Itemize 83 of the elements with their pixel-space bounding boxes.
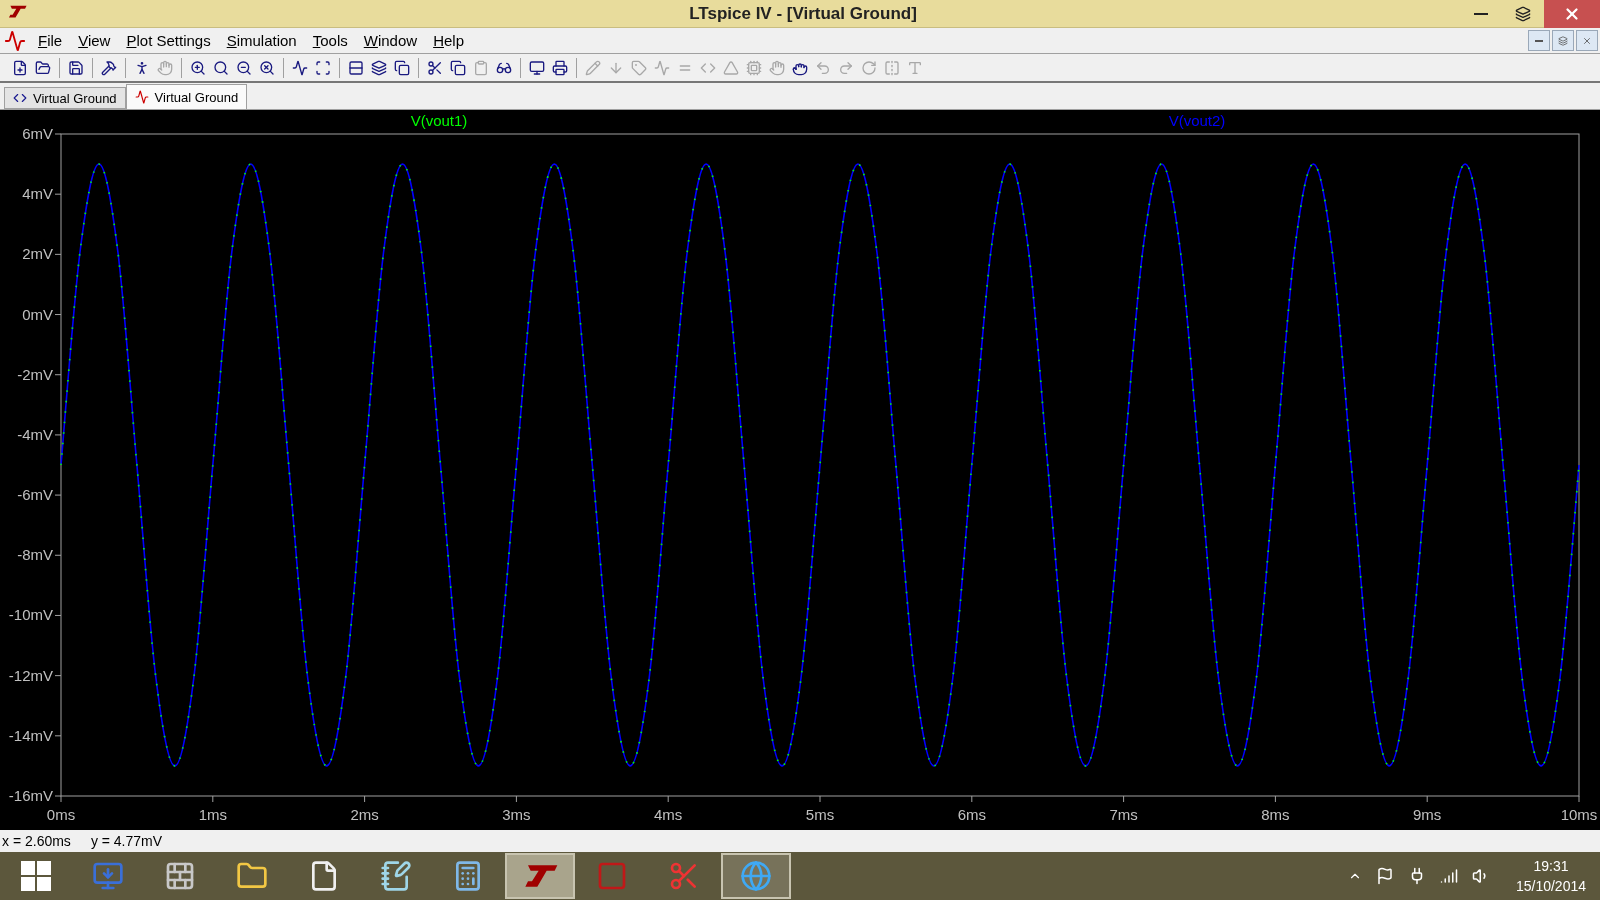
save-icon (68, 59, 84, 76)
zoom-in-icon (190, 59, 206, 76)
paste-icon (473, 59, 489, 76)
x-tick-label: 2ms (350, 806, 379, 823)
x-tick-label: 6ms (957, 806, 986, 823)
text-icon (907, 59, 923, 76)
hammer-icon (101, 59, 117, 76)
document-tab[interactable]: Virtual Ground (125, 84, 248, 109)
zoom-out-icon (236, 59, 252, 76)
copy-icon (450, 59, 466, 76)
tag-icon (631, 59, 647, 76)
cursor-y-readout: y = 4.77mV (90, 833, 163, 849)
rotate-icon (861, 59, 877, 76)
person-icon (134, 59, 150, 76)
waveform-icon (134, 90, 149, 104)
windows-logo-icon (21, 861, 51, 891)
x-tick-label: 9ms (1413, 806, 1442, 823)
menu-item[interactable]: Window (355, 28, 426, 53)
cursor-x-readout: x = 2.60ms (2, 833, 71, 849)
series-legend[interactable]: V(vout1) (410, 112, 468, 129)
y-tick-label: 0mV (22, 305, 53, 323)
minimize-icon (1535, 39, 1543, 42)
y-tick-label: 2mV (22, 245, 53, 263)
new-file-icon (12, 59, 28, 76)
y-tick-label: -4mV (17, 425, 53, 443)
waveform-icon (292, 59, 308, 76)
clock[interactable]: 19:31 15/10/2014 (1515, 856, 1586, 896)
brick-wall-icon (164, 860, 196, 892)
x-tick-label: 4ms (654, 806, 683, 823)
monitor-icon (92, 860, 124, 892)
y-tick-label: -6mV (17, 486, 53, 504)
redo-icon (838, 59, 854, 76)
cut-icon (427, 59, 443, 76)
plot-window-icon[interactable] (4, 29, 26, 52)
signal-icon[interactable] (1439, 867, 1458, 885)
document-tab[interactable]: Virtual Ground (4, 87, 126, 109)
search-icon (213, 59, 229, 76)
frame-icon (315, 59, 331, 76)
menu-item[interactable]: Simulation (218, 28, 305, 53)
menu-item[interactable]: View (70, 28, 119, 53)
y-tick-label: 4mV (22, 185, 53, 203)
taskbar-app-button[interactable] (505, 853, 575, 899)
triangle-icon (723, 59, 739, 76)
x-tick-label: 10ms (1560, 806, 1598, 823)
menu-item[interactable]: Tools (304, 28, 356, 53)
zoom-cancel-icon (259, 59, 275, 76)
close-button[interactable] (1544, 0, 1600, 28)
x-tick-label: 8ms (1261, 806, 1290, 823)
close-button[interactable] (1576, 30, 1598, 51)
menu-item[interactable]: Plot Settings (118, 28, 219, 53)
chip-icon (746, 59, 762, 76)
y-tick-label: -16mV (8, 787, 53, 804)
x-tick-label: 7ms (1109, 806, 1138, 823)
y-tick-label: 6mV (22, 125, 53, 142)
y-tick-label: -10mV (8, 606, 53, 624)
printer-icon (552, 59, 568, 76)
minimize-button[interactable] (1528, 30, 1550, 51)
undo-icon (815, 59, 831, 76)
open-folder-icon (35, 59, 51, 76)
minimize-icon (1474, 12, 1489, 15)
hand-icon (769, 59, 785, 76)
menu-item[interactable]: File (30, 28, 71, 53)
x-tick-label: 5ms (805, 806, 835, 823)
layers-icon (371, 59, 387, 76)
x-tick-label: 1ms (198, 806, 227, 823)
taskbar-app-button[interactable] (721, 853, 791, 899)
globe-icon (740, 860, 772, 892)
menu-item[interactable]: Help (425, 28, 472, 53)
y-tick-label: -2mV (17, 365, 53, 383)
pencil-icon (585, 59, 601, 76)
y-tick-label: -12mV (8, 666, 53, 684)
hand-icon (157, 59, 173, 76)
notepad-icon (380, 860, 412, 892)
x-tick-label: 0ms (46, 806, 76, 823)
window-title: LTspice IV - [Virtual Ground] (688, 3, 918, 24)
mirror-icon (884, 59, 900, 76)
close-icon (1582, 35, 1592, 46)
x-tick-label: 3ms (502, 806, 531, 823)
app-logo-icon (6, 3, 28, 20)
y-tick-label: -8mV (17, 546, 53, 564)
flag-icon[interactable] (1375, 867, 1394, 885)
rows-icon (348, 59, 364, 76)
y-tick-label: -14mV (8, 726, 53, 744)
